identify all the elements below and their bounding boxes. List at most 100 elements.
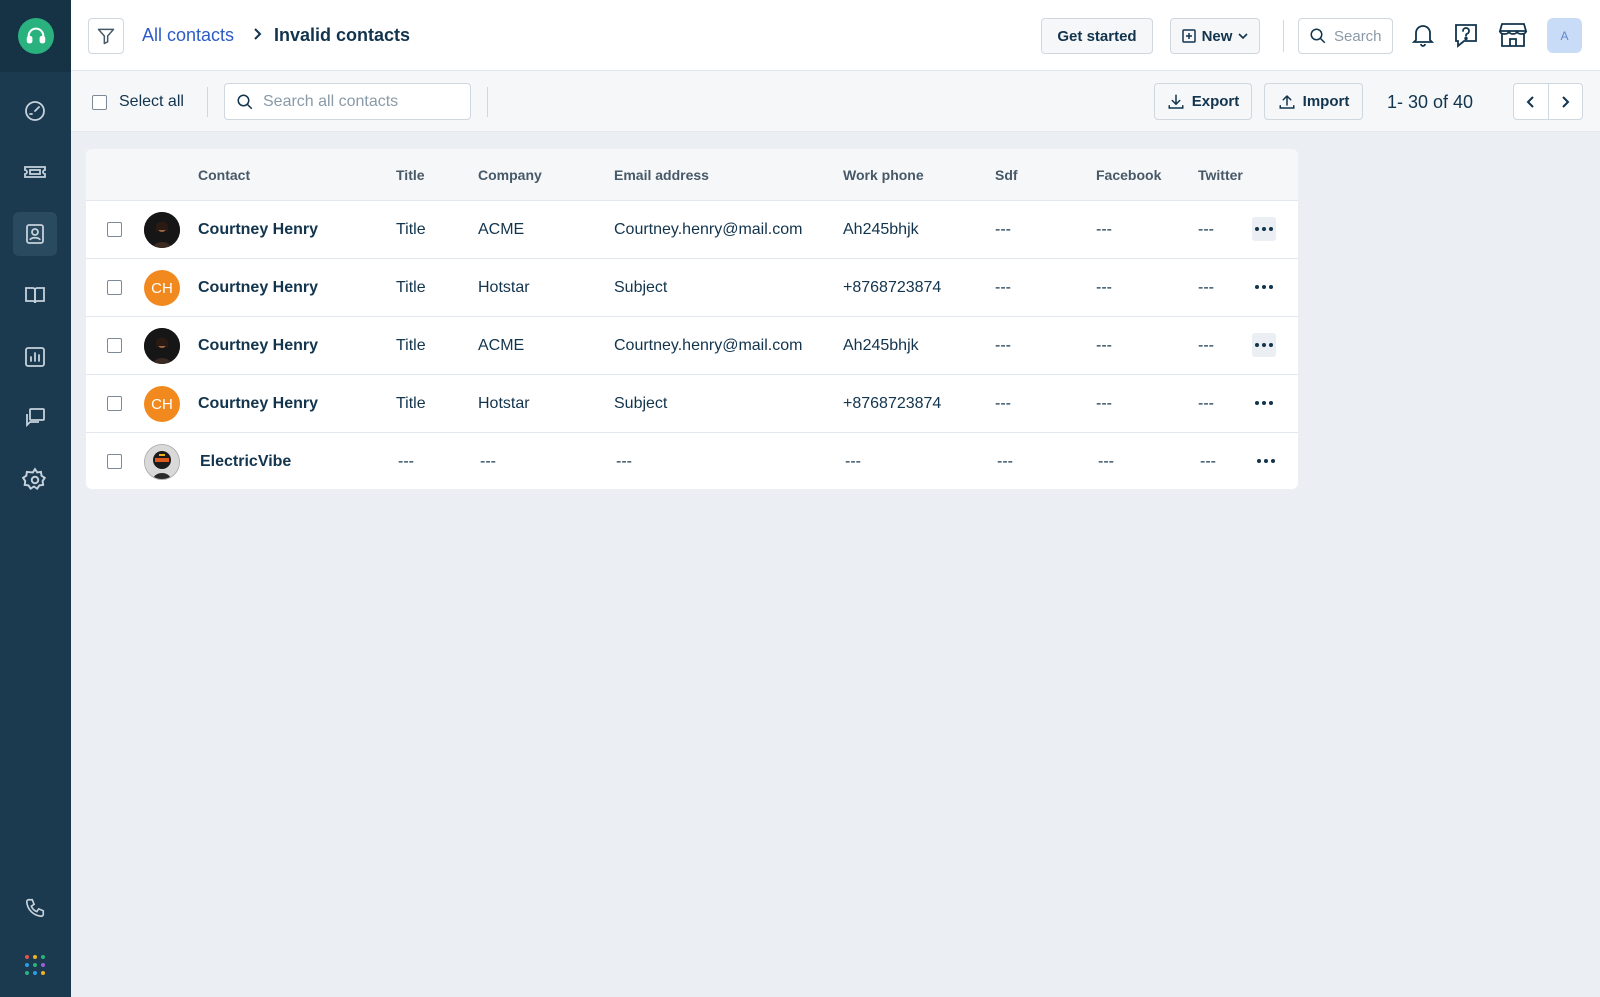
contact-email: Subject xyxy=(614,279,668,296)
filter-button[interactable] xyxy=(88,18,124,54)
marketplace-button[interactable] xyxy=(1496,20,1530,50)
select-all-checkbox[interactable]: Select all xyxy=(92,93,184,111)
row-actions-button[interactable] xyxy=(1254,449,1278,473)
contact-search-input[interactable]: Search all contacts xyxy=(224,83,471,120)
contact-title: Title xyxy=(396,337,426,354)
contact-name[interactable]: Courtney Henry xyxy=(198,337,318,355)
nav-settings[interactable] xyxy=(13,458,57,502)
sidebar xyxy=(0,0,71,997)
contact-company: Hotstar xyxy=(478,279,530,296)
global-search-placeholder: Search xyxy=(1334,27,1382,45)
row-actions-button[interactable] xyxy=(1252,333,1276,357)
nav-apps[interactable] xyxy=(13,943,57,987)
column-header[interactable]: Contact xyxy=(198,167,250,183)
list-toolbar: Select all Search all contacts Export Im… xyxy=(71,71,1600,132)
help-button[interactable] xyxy=(1451,20,1481,50)
nav-dashboard[interactable] xyxy=(13,89,57,133)
conversations-icon xyxy=(26,408,45,428)
contact-name[interactable]: Courtney Henry xyxy=(198,395,318,413)
store-icon xyxy=(1498,23,1528,47)
contact-email: Subject xyxy=(614,395,668,412)
global-search[interactable]: Search xyxy=(1298,18,1393,54)
brand-logo-icon[interactable] xyxy=(18,18,54,54)
table-row[interactable]: ElectricVibe --- --- --- --- --- --- --- xyxy=(86,433,1298,489)
get-started-button[interactable]: Get started xyxy=(1041,18,1153,54)
bell-icon xyxy=(1411,25,1435,47)
chevron-down-icon xyxy=(1238,33,1248,40)
contact-phone: Ah245bhjk xyxy=(843,221,919,238)
contact-title: Title xyxy=(396,279,426,296)
export-label: Export xyxy=(1191,93,1240,110)
contact-phone: --- xyxy=(845,453,861,470)
row-checkbox[interactable] xyxy=(107,338,122,353)
more-horizontal-icon xyxy=(1255,285,1273,289)
breadcrumb-all-contacts[interactable]: All contacts xyxy=(142,25,234,46)
contact-twitter: --- xyxy=(1198,337,1214,354)
contact-facebook: --- xyxy=(1096,395,1112,412)
settings-icon xyxy=(22,467,47,491)
notifications-button[interactable] xyxy=(1408,20,1438,50)
helmet-photo-icon xyxy=(145,445,179,479)
contacts-table: Contact Title Company Email address Work… xyxy=(86,149,1298,489)
row-checkbox[interactable] xyxy=(107,396,122,411)
new-button-label: New xyxy=(1201,27,1233,45)
contact-email: Courtney.henry@mail.com xyxy=(614,221,803,238)
import-label: Import xyxy=(1302,93,1350,110)
row-checkbox[interactable] xyxy=(107,454,122,469)
checkbox[interactable] xyxy=(92,94,107,110)
contact-name[interactable]: Courtney Henry xyxy=(198,279,318,297)
export-button[interactable]: Export xyxy=(1154,83,1252,120)
previous-page-button[interactable] xyxy=(1514,84,1549,119)
nav-conversations[interactable] xyxy=(13,396,57,440)
person-photo-icon xyxy=(144,212,180,248)
contact-company: Hotstar xyxy=(478,395,530,412)
next-page-button[interactable] xyxy=(1549,84,1583,119)
page-title: Invalid contacts xyxy=(274,25,411,45)
column-header[interactable]: Sdf xyxy=(995,167,1018,183)
row-checkbox[interactable] xyxy=(107,222,122,237)
row-actions-button[interactable] xyxy=(1252,275,1276,299)
contact-facebook: --- xyxy=(1096,279,1112,296)
column-header[interactable]: Email address xyxy=(614,167,709,183)
divider xyxy=(207,87,208,117)
new-button[interactable]: New xyxy=(1170,18,1260,54)
help-icon xyxy=(1455,24,1477,48)
table-row[interactable]: CH Courtney Henry Title Hotstar Subject … xyxy=(86,259,1298,317)
contact-facebook: --- xyxy=(1098,453,1114,470)
contact-title: Title xyxy=(396,395,426,412)
nav-tickets[interactable] xyxy=(13,150,57,194)
nav-reports[interactable] xyxy=(13,335,57,379)
row-actions-button[interactable] xyxy=(1252,217,1276,241)
phone-icon xyxy=(25,898,45,918)
download-icon xyxy=(1168,94,1184,109)
contact-name[interactable]: Courtney Henry xyxy=(198,221,318,239)
nav-contacts[interactable] xyxy=(13,212,57,256)
dashboard-icon xyxy=(25,101,45,121)
contact-name[interactable]: ElectricVibe xyxy=(200,453,291,471)
pager xyxy=(1513,83,1583,120)
contact-email: Courtney.henry@mail.com xyxy=(614,337,803,354)
row-checkbox[interactable] xyxy=(107,280,122,295)
add-icon xyxy=(1181,29,1196,43)
import-button[interactable]: Import xyxy=(1264,83,1363,120)
column-header[interactable]: Facebook xyxy=(1096,167,1161,183)
divider xyxy=(1283,20,1284,52)
row-actions-button[interactable] xyxy=(1252,391,1276,415)
more-horizontal-icon xyxy=(1257,459,1275,463)
contact-facebook: --- xyxy=(1096,337,1112,354)
user-avatar[interactable]: A xyxy=(1547,18,1582,53)
column-header[interactable]: Work phone xyxy=(843,167,924,183)
contact-title: Title xyxy=(396,221,426,238)
top-header: All contacts Invalid contacts Get starte… xyxy=(71,0,1600,71)
nav-phone[interactable] xyxy=(13,886,57,930)
table-row[interactable]: Courtney Henry Title ACME Courtney.henry… xyxy=(86,201,1298,259)
contact-search-placeholder: Search all contacts xyxy=(263,92,399,110)
column-header[interactable]: Twitter xyxy=(1198,167,1243,183)
nav-knowledge-base[interactable] xyxy=(13,273,57,317)
column-header[interactable]: Company xyxy=(478,167,542,183)
table-row[interactable]: Courtney Henry Title ACME Courtney.henry… xyxy=(86,317,1298,375)
more-horizontal-icon xyxy=(1255,227,1273,231)
column-header[interactable]: Title xyxy=(396,167,425,183)
table-row[interactable]: CH Courtney Henry Title Hotstar Subject … xyxy=(86,375,1298,433)
select-all-label: Select all xyxy=(119,93,184,110)
